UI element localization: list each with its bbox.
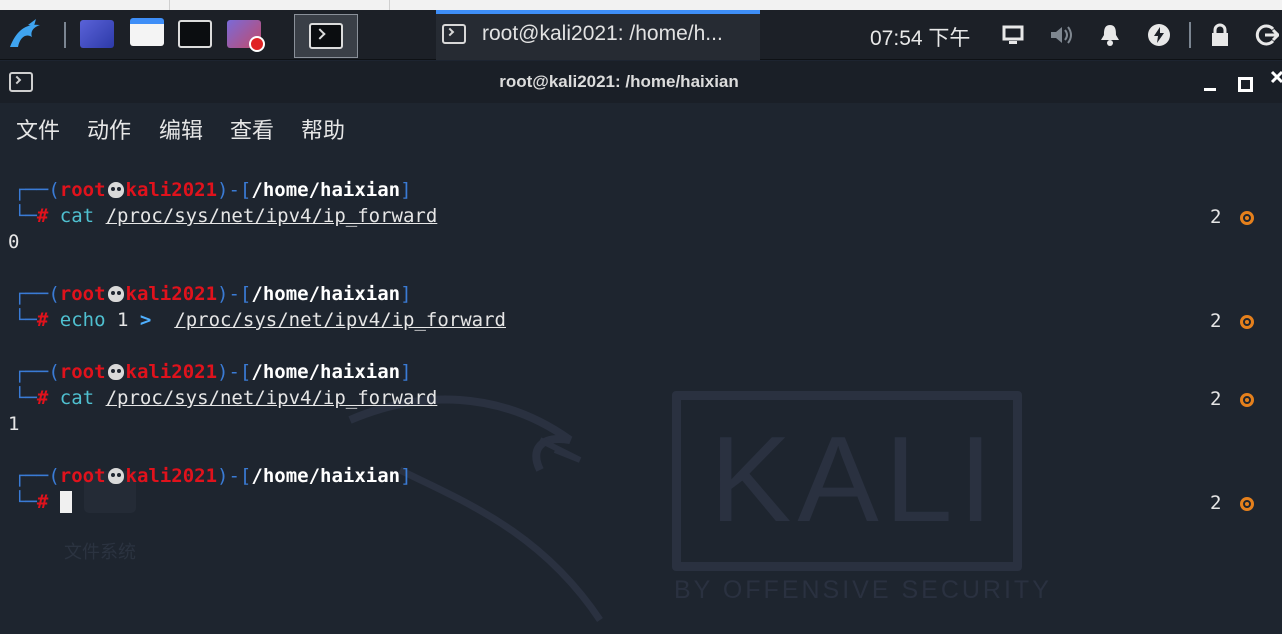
active-indicator: [436, 10, 760, 14]
maximize-button[interactable]: [1233, 69, 1255, 93]
desktop-icon-label[interactable]: 文件系统: [64, 538, 136, 564]
prompt-path: /home/haixian: [251, 465, 401, 487]
prompt-line: ┌──(root kali2021)-[/home/haixian]: [14, 361, 412, 383]
prompt-path: /home/haixian: [251, 361, 401, 383]
window-titlebar[interactable]: root@kali2021: /home/haixian: [0, 61, 1282, 103]
status-gear-icon: [1240, 393, 1254, 407]
screen-icon[interactable]: [1000, 22, 1026, 48]
menu-help[interactable]: 帮助: [301, 113, 345, 145]
kali-dragon-icon: [6, 17, 46, 53]
kali-logo-text: KALI: [710, 411, 999, 547]
prompt-path: /home/haixian: [251, 179, 401, 201]
prompt-path: /home/haixian: [251, 283, 401, 305]
command-arg: /proc/sys/net/ipv4/ip_forward: [105, 387, 438, 409]
prompt-user: root: [59, 465, 106, 487]
close-icon: [1270, 70, 1282, 84]
taskbar-window-label: root@kali2021: /home/h...: [482, 22, 723, 45]
window-title: root@kali2021: /home/haixian: [499, 72, 739, 91]
workspace-switcher[interactable]: [294, 14, 358, 58]
kali-menu-button[interactable]: [0, 10, 52, 60]
show-desktop-icon[interactable]: [80, 20, 114, 48]
record-badge-icon: [249, 36, 265, 52]
command-line: └─#: [14, 491, 49, 513]
prompt-line: ┌──(root kali2021)-[/home/haixian]: [14, 179, 412, 201]
command-line: └─# cat /proc/sys/net/ipv4/ip_forward: [14, 387, 438, 409]
power-manager-icon[interactable]: [1146, 22, 1172, 48]
status-gear-icon: [1240, 315, 1254, 329]
browser-tab-strip: [0, 0, 1282, 10]
kali-dragon-watermark-icon: [348, 395, 603, 622]
command-name: cat: [59, 205, 95, 227]
command-output: 0: [8, 231, 20, 253]
prompt-user: root: [59, 283, 106, 305]
status-gear-icon: [1240, 497, 1254, 511]
prompt-host: kali2021: [125, 361, 218, 383]
kali-tagline: BY OFFENSIVE SECURITY: [674, 576, 1052, 604]
command-output: 1: [8, 413, 20, 435]
browser-launcher-icon[interactable]: [227, 20, 265, 52]
skull-icon: [107, 182, 124, 198]
taskbar: root@kali2021: /home/h... 07:54 下午: [0, 10, 1282, 60]
taskbar-window-terminal[interactable]: root@kali2021: /home/h...: [436, 10, 760, 60]
logout-icon[interactable]: [1254, 22, 1280, 48]
clock[interactable]: 07:54 下午: [870, 22, 970, 52]
command-name: cat: [59, 387, 95, 409]
status-count: 2: [1210, 492, 1222, 514]
text-cursor[interactable]: [60, 491, 72, 513]
notification-bell-icon[interactable]: [1097, 22, 1123, 48]
prompt-line: ┌──(root kali2021)-[/home/haixian]: [14, 465, 412, 487]
lock-icon[interactable]: [1207, 22, 1233, 48]
minimize-button[interactable]: [1200, 69, 1222, 93]
browser-tab[interactable]: [0, 0, 170, 10]
prompt-line: ┌──(root kali2021)-[/home/haixian]: [14, 283, 412, 305]
prompt-host: kali2021: [125, 283, 218, 305]
command-line: └─# cat /proc/sys/net/ipv4/ip_forward: [14, 205, 438, 227]
status-count: 2: [1210, 388, 1222, 410]
terminal-window: KALI BY OFFENSIVE SECURITY 文件系统 root@kal…: [0, 61, 1282, 634]
redirect-operator: >: [139, 309, 152, 331]
terminal-icon: [442, 24, 466, 44]
command-line: └─# echo 1 > /proc/sys/net/ipv4/ip_forwa…: [14, 309, 506, 331]
terminal-launcher-icon[interactable]: [178, 20, 212, 48]
menu-edit[interactable]: 编辑: [159, 113, 203, 145]
command-value: 1: [117, 309, 129, 331]
command-arg: /proc/sys/net/ipv4/ip_forward: [105, 205, 438, 227]
file-manager-icon[interactable]: [130, 18, 164, 46]
skull-icon: [107, 286, 124, 302]
prompt-user: root: [59, 179, 106, 201]
prompt-user: root: [59, 361, 106, 383]
skull-icon: [107, 364, 124, 380]
status-count: 2: [1210, 310, 1222, 332]
menu-actions[interactable]: 动作: [87, 113, 131, 145]
menu-bar: 文件 动作 编辑 查看 帮助: [0, 103, 1282, 151]
command-name: echo: [59, 309, 106, 331]
terminal-icon: [309, 23, 343, 49]
prompt-host: kali2021: [125, 465, 218, 487]
status-gear-icon: [1240, 211, 1254, 225]
command-arg: /proc/sys/net/ipv4/ip_forward: [174, 309, 506, 331]
menu-view[interactable]: 查看: [230, 113, 274, 145]
browser-tab[interactable]: [170, 0, 390, 10]
taskbar-separator: [1189, 22, 1191, 48]
skull-icon: [107, 468, 124, 484]
status-count: 2: [1210, 206, 1222, 228]
prompt-host: kali2021: [125, 179, 218, 201]
taskbar-separator: [64, 22, 66, 48]
menu-file[interactable]: 文件: [16, 113, 60, 145]
close-button[interactable]: [1266, 69, 1282, 93]
volume-icon[interactable]: [1048, 22, 1074, 48]
